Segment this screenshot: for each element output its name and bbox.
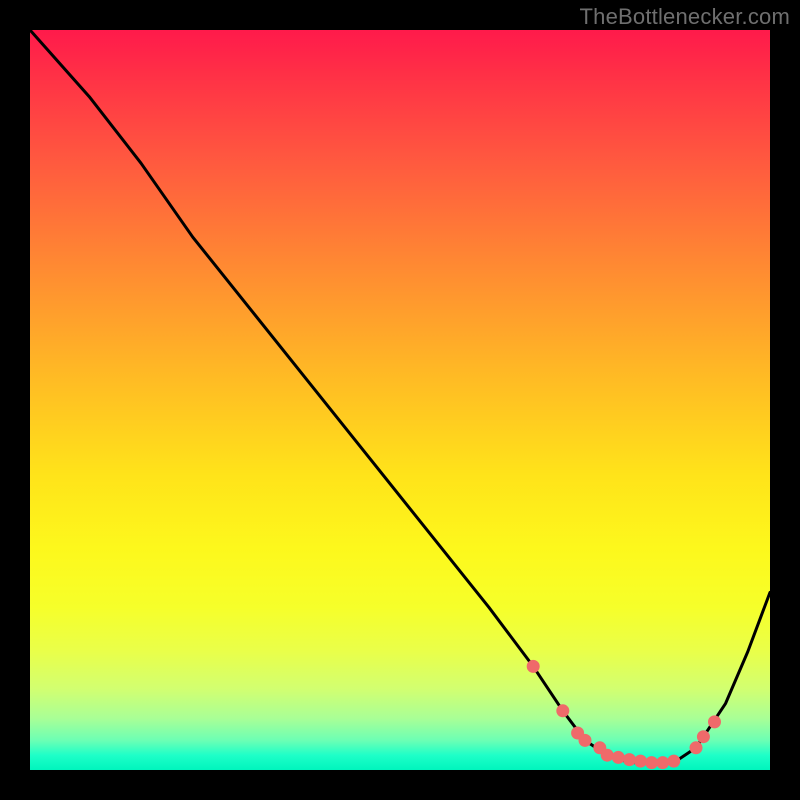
chart-point bbox=[668, 755, 680, 767]
chart-container: TheBottlenecker.com bbox=[0, 0, 800, 800]
chart-svg bbox=[30, 30, 770, 770]
chart-point bbox=[709, 716, 721, 728]
chart-point bbox=[623, 754, 635, 766]
chart-point bbox=[601, 749, 613, 761]
chart-point bbox=[612, 751, 624, 763]
chart-curve bbox=[30, 30, 770, 763]
chart-point bbox=[579, 734, 591, 746]
chart-point bbox=[657, 757, 669, 769]
chart-point bbox=[557, 705, 569, 717]
chart-point bbox=[527, 660, 539, 672]
chart-points bbox=[527, 660, 720, 768]
chart-point bbox=[690, 742, 702, 754]
chart-point bbox=[697, 731, 709, 743]
chart-point bbox=[646, 757, 658, 769]
chart-point bbox=[635, 755, 647, 767]
chart-curve-path bbox=[30, 30, 770, 763]
plot-area bbox=[30, 30, 770, 770]
attribution-text: TheBottlenecker.com bbox=[580, 4, 790, 30]
